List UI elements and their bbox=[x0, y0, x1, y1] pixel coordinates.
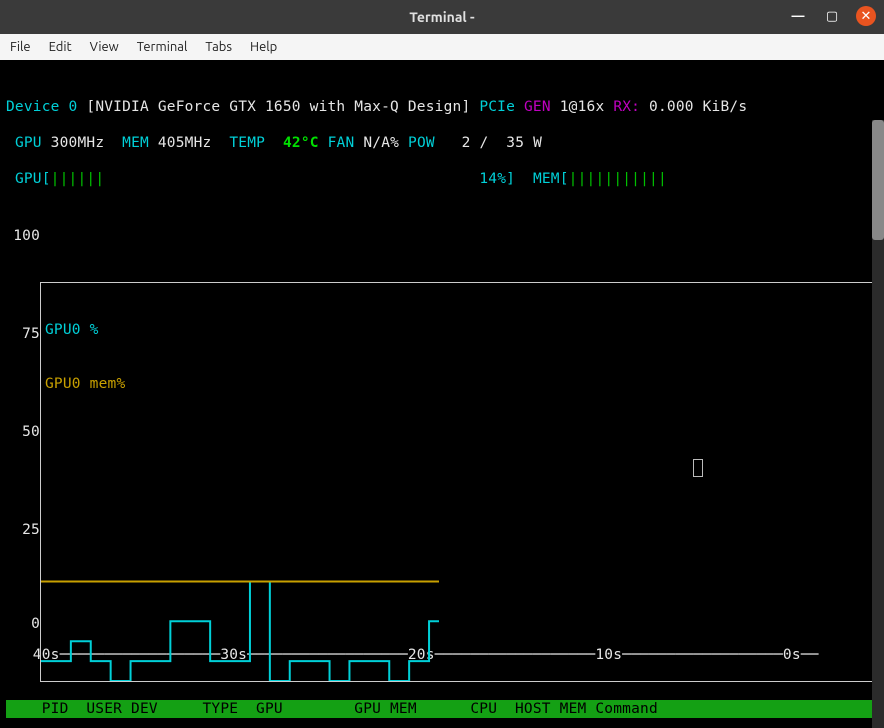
pow-value: 2 / 35 W bbox=[444, 135, 542, 151]
y-25: 25 bbox=[22, 521, 40, 539]
y-50: 50 bbox=[22, 423, 40, 441]
pow-label: POW bbox=[408, 135, 435, 151]
mem-bar-fill: ||||||||||| bbox=[569, 171, 667, 187]
gen-label: GEN bbox=[524, 99, 551, 115]
y-75: 75 bbox=[22, 325, 40, 343]
fan-label: FAN bbox=[328, 135, 355, 151]
text-cursor-icon bbox=[693, 459, 703, 477]
window-titlebar: Terminal - — ▢ ✕ bbox=[0, 0, 884, 34]
menu-view[interactable]: View bbox=[90, 40, 119, 54]
menubar: File Edit View Terminal Tabs Help bbox=[0, 34, 884, 60]
util-bar-line: GPU[|||||| 14%] MEM[||||||||||| 1 bbox=[6, 170, 878, 188]
rx-label: RX: bbox=[613, 99, 640, 115]
maximize-button[interactable]: ▢ bbox=[822, 6, 842, 26]
mem-bar-open: MEM[ bbox=[533, 171, 569, 187]
clock-line: GPU 300MHz MEM 405MHz TEMP 42°C FAN N/A%… bbox=[6, 134, 878, 152]
mem-clock: 405MHz bbox=[158, 135, 212, 151]
pcie-label: PCIe bbox=[479, 99, 515, 115]
y-0: 0 bbox=[31, 615, 40, 633]
chart-svg bbox=[41, 283, 439, 681]
temp-label: TEMP bbox=[229, 135, 265, 151]
y-axis-labels: 100 75 50 25 0 bbox=[6, 228, 40, 628]
utilization-chart: GPU0 % GPU0 mem% bbox=[40, 282, 874, 682]
scrollbar[interactable] bbox=[872, 120, 884, 728]
process-header[interactable]: PID USER DEV TYPE GPU GPU MEM CPU HOST M… bbox=[6, 700, 878, 718]
device-name: [NVIDIA GeForce GTX 1650 with Max-Q Desi… bbox=[86, 99, 470, 115]
menu-terminal[interactable]: Terminal bbox=[137, 40, 188, 54]
close-button[interactable]: ✕ bbox=[856, 6, 876, 26]
menu-file[interactable]: File bbox=[10, 40, 31, 54]
gpu-bar-pct: 14%] bbox=[479, 171, 515, 187]
rx-value: 0.000 KiB/s bbox=[649, 99, 747, 115]
scrollbar-thumb[interactable] bbox=[872, 120, 884, 240]
gpu-clock: 300MHz bbox=[51, 135, 105, 151]
y-100: 100 bbox=[13, 227, 40, 245]
device-line: Device 0 [NVIDIA GeForce GTX 1650 with M… bbox=[6, 98, 878, 116]
fan-value: N/A% bbox=[363, 135, 399, 151]
gpu-bar-fill: |||||| bbox=[51, 171, 105, 187]
menu-edit[interactable]: Edit bbox=[49, 40, 72, 54]
window-title: Terminal - bbox=[409, 9, 474, 25]
gpu-bar-open: GPU[ bbox=[15, 171, 51, 187]
minimize-button[interactable]: — bbox=[788, 6, 808, 26]
gpu-clock-label: GPU bbox=[15, 135, 42, 151]
terminal-area[interactable]: Device 0 [NVIDIA GeForce GTX 1650 with M… bbox=[0, 60, 884, 728]
gen-value: 1@16x bbox=[560, 99, 605, 115]
temp-value: 42°C bbox=[283, 135, 319, 151]
device-label: Device 0 bbox=[6, 99, 77, 115]
menu-help[interactable]: Help bbox=[250, 40, 277, 54]
mem-clock-label: MEM bbox=[122, 135, 149, 151]
menu-tabs[interactable]: Tabs bbox=[205, 40, 232, 54]
